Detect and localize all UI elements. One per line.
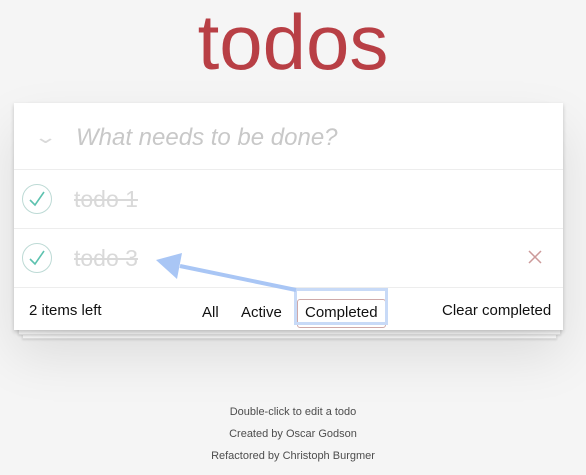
info-refactored-by: Refactored by Christoph Burgmer	[211, 450, 375, 462]
annotation-arrow-icon	[156, 253, 297, 292]
info-edit-hint: Double-click to edit a todo	[229, 406, 357, 418]
info-created-by: Created by Oscar Godson	[229, 428, 357, 440]
